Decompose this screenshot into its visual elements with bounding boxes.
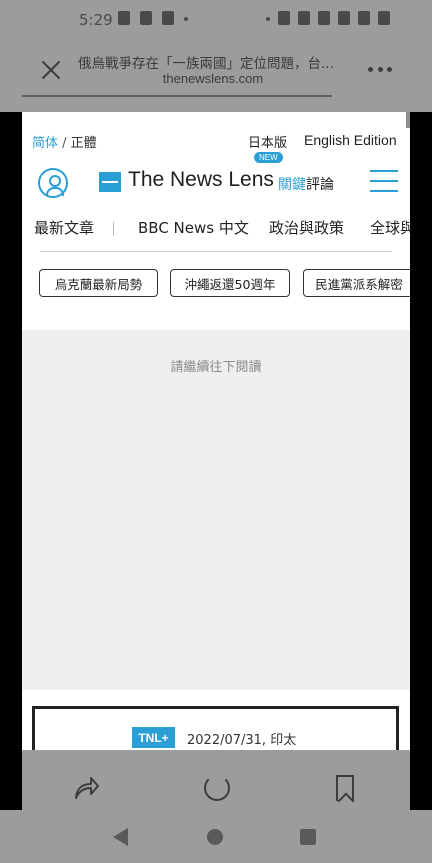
japan-edition-link[interactable]: 日本版 <box>248 132 287 151</box>
android-icon <box>162 11 174 25</box>
bluetooth-icon <box>298 11 310 25</box>
language-separator: / <box>58 136 71 151</box>
site-logo-text[interactable]: The News Lens <box>128 168 274 192</box>
black-margin-right <box>410 112 432 810</box>
divider <box>40 251 392 252</box>
nav-item-politics[interactable]: 政治與政策 <box>269 217 344 238</box>
more-options-icon[interactable] <box>368 64 392 74</box>
traditional-link[interactable]: 正體 <box>71 136 97 151</box>
cast-icon <box>278 11 290 25</box>
close-icon[interactable] <box>36 56 66 86</box>
nav-item-latest[interactable]: 最新文章 <box>34 217 94 238</box>
refresh-icon[interactable] <box>204 775 230 801</box>
back-icon[interactable] <box>113 828 128 846</box>
screen: 5:29 俄烏戰爭存在「一族兩國」定位問題，台... thenewslens.c… <box>0 0 432 863</box>
article-card[interactable]: TNL+ 2022/07/31, 印太 <box>32 706 399 750</box>
logo-sub-accent: 關鍵 <box>278 177 306 193</box>
tag-okinawa[interactable]: 沖繩返還50週年 <box>170 269 290 297</box>
scrollbar[interactable] <box>406 112 410 128</box>
topic-tags: 烏克蘭最新局勢 沖繩返還50週年 民進黨派系解密 <box>22 269 410 299</box>
browser-toolbar: 俄烏戰爭存在「一族兩國」定位問題，台... thenewslens.com <box>22 40 410 112</box>
tnl-plus-badge: TNL+ <box>132 727 175 748</box>
site-logo-subtitle[interactable]: 關鍵評論 <box>278 174 334 194</box>
continue-reading-text: 請繼續往下閱讀 <box>170 360 262 375</box>
logo-sub-rest: 評論 <box>306 177 334 193</box>
tag-ukraine[interactable]: 烏克蘭最新局勢 <box>39 269 158 297</box>
status-bar: 5:29 <box>22 0 410 40</box>
dot-icon <box>184 17 188 21</box>
simplified-link[interactable]: 简体 <box>32 136 58 151</box>
nav-item-bbc[interactable]: BBC News 中文 <box>138 217 249 238</box>
tag-dpp-factions[interactable]: 民進黨派系解密 <box>303 269 410 297</box>
dot-icon <box>266 17 270 21</box>
site-header: The News Lens 關鍵評論 NEW <box>22 152 410 206</box>
user-icon[interactable] <box>38 168 68 198</box>
notification-icons <box>118 11 188 25</box>
new-badge: NEW <box>254 152 283 163</box>
signal-icon <box>358 11 370 25</box>
page-url: thenewslens.com <box>162 71 264 86</box>
article-meta: 2022/07/31, 印太 <box>187 733 297 748</box>
system-status-icons <box>266 11 390 25</box>
alarm-off-icon <box>318 11 330 25</box>
nav-item-global[interactable]: 全球與 <box>370 217 410 238</box>
black-margin-left <box>0 112 22 810</box>
menu-icon[interactable] <box>370 170 398 192</box>
dim-margin-left <box>0 0 22 112</box>
english-edition-link[interactable]: English Edition <box>304 132 397 148</box>
category-nav: 最新文章 BBC News 中文 政治與政策 全球與 <box>22 217 410 243</box>
status-time: 5:29 <box>79 11 113 29</box>
recent-apps-icon[interactable] <box>300 829 316 845</box>
bookmark-icon[interactable] <box>336 775 354 801</box>
share-icon[interactable] <box>72 774 100 800</box>
sync-icon <box>140 11 152 25</box>
wifi-icon <box>338 11 350 25</box>
load-progress-bar <box>22 95 332 97</box>
page-title: 俄烏戰爭存在「一族兩國」定位問題，台... <box>78 56 334 72</box>
battery-icon <box>378 11 390 25</box>
logo-icon[interactable] <box>99 172 121 192</box>
dim-margin-right <box>410 0 432 112</box>
browser-bottom-bar <box>22 750 410 810</box>
system-navigation-bar <box>0 810 432 863</box>
home-icon[interactable] <box>207 829 223 845</box>
ad-placeholder: 請繼續往下閱讀 <box>22 330 410 690</box>
language-links: 简体 / 正體 日本版 English Edition <box>32 132 402 152</box>
nav-separator <box>113 222 114 236</box>
web-page: 简体 / 正體 日本版 English Edition The News Len… <box>22 112 410 750</box>
android-icon <box>118 11 130 25</box>
